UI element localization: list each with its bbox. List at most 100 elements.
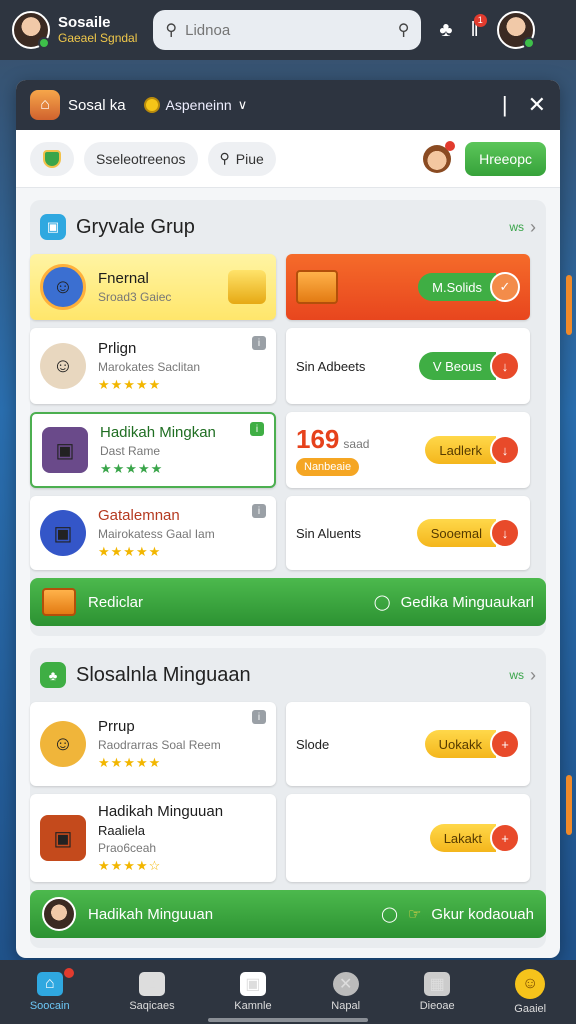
- info-icon[interactable]: i: [252, 504, 266, 518]
- item-name: Prlign: [98, 339, 137, 357]
- nav-store[interactable]: ⌂ Saqicaes: [129, 972, 175, 1012]
- nav-profile[interactable]: ☺ Gaaiel: [514, 969, 546, 1015]
- featured-card[interactable]: ☺ Fnernal Sroad3 Gaiec: [30, 254, 276, 320]
- search-submit-icon[interactable]: ⚲: [398, 20, 410, 40]
- list-item-selected[interactable]: ▣ Hadikah Mingkan Dast Rame ★★★★★ i: [30, 412, 276, 488]
- list-item[interactable]: ☺ Prlign Marokates Saclitan ★★★★★ i: [30, 328, 276, 404]
- section-title: Slosalnla Minguaan: [76, 663, 251, 686]
- nav-badge: [63, 968, 74, 978]
- section-group: ♣ Slosalnla Minguaan ws › ☺ Prrup Raodrar…: [30, 648, 546, 948]
- scroll-indicator[interactable]: [566, 275, 572, 335]
- close-icon[interactable]: ✕: [528, 92, 546, 118]
- item-right-label: Sin Aluents: [296, 525, 362, 541]
- refresh-icon[interactable]: ◯: [374, 593, 391, 611]
- primary-action-button[interactable]: Hreeopc: [465, 141, 546, 176]
- section-footer-bar[interactable]: Rediclar ◯ Gedika Minguaukarl: [30, 578, 546, 626]
- item-name-line2: Raaliela: [98, 822, 145, 838]
- featured-sub: Sroad3 Gaiec: [98, 290, 172, 304]
- shield-icon: [43, 149, 61, 168]
- item-right-label: Sin Adbeets: [296, 358, 366, 374]
- item-count-unit: saad: [343, 437, 370, 451]
- divider-icon: |: [501, 92, 508, 117]
- nav-controller[interactable]: ▦ Dieoae: [420, 972, 455, 1012]
- more-label: ws: [509, 668, 524, 682]
- close-circle-icon: ✕: [332, 972, 359, 996]
- nav-puzzle[interactable]: ▣ Kamnle: [234, 972, 272, 1012]
- avatar-badge: [445, 140, 456, 151]
- featured-action-button[interactable]: M.Solids: [418, 273, 496, 301]
- list-item[interactable]: ☺ Prrup Raodrarras Soal Reem ★★★★★ i: [30, 702, 276, 786]
- item-sub: Marokates Saclitan: [98, 359, 201, 374]
- section-header: ♣ Slosalnla Minguaan ws ›: [30, 648, 546, 702]
- download-icon[interactable]: ↓: [490, 518, 520, 548]
- nav-home[interactable]: ⌂ Soocain: [29, 968, 74, 1012]
- featured-action-card[interactable]: M.Solids ✓: [286, 254, 530, 320]
- add-icon[interactable]: +: [490, 823, 520, 853]
- item-action-button[interactable]: Sooemal: [416, 519, 496, 547]
- check-icon[interactable]: ✓: [490, 272, 520, 302]
- bar-right-label: Gedika Minguaukarl: [400, 593, 534, 611]
- section-more-link[interactable]: ws ›: [509, 665, 536, 686]
- panel-title: Sosal ka: [68, 96, 126, 114]
- store-icon: ⌂: [138, 972, 165, 996]
- refresh-icon[interactable]: ◯: [381, 905, 398, 923]
- hand-icon: ☞: [407, 906, 422, 923]
- item-action-button[interactable]: V Beous: [418, 352, 496, 380]
- item-name: Hadikah Minguuan: [98, 802, 224, 820]
- filter-pill[interactable]: Sseleotreenos: [84, 141, 198, 176]
- nav-label: Soocain: [29, 1000, 70, 1012]
- search-pill[interactable]: ⚲ Piue: [207, 141, 276, 176]
- user-avatar[interactable]: [496, 11, 535, 49]
- scroll-indicator[interactable]: [566, 775, 572, 835]
- featured-name: Fnernal: [98, 270, 149, 287]
- nav-label: Dieoae: [419, 1000, 455, 1012]
- panel-toolbar: Sseleotreenos ⚲ Piue Hreeopc: [16, 130, 560, 188]
- item-action-button[interactable]: Lakakt: [429, 824, 496, 852]
- more-label: ws: [509, 220, 524, 234]
- download-icon[interactable]: ↓: [490, 351, 520, 381]
- chevron-down-icon[interactable]: ∨: [238, 97, 248, 113]
- item-action-card: 169 saad Nanbeaie Ladlerk ↓: [286, 412, 530, 488]
- search-input[interactable]: [185, 21, 390, 39]
- notifications-icon[interactable]: ‖ 1: [471, 13, 487, 42]
- info-icon[interactable]: i: [252, 710, 266, 724]
- search-bar[interactable]: ⚲ ⚲: [153, 10, 422, 50]
- shield-button[interactable]: [30, 141, 74, 176]
- nav-label: Gaaiel: [514, 1003, 547, 1015]
- item-tag: Nanbeaie: [296, 458, 360, 476]
- list-item[interactable]: ▣ Hadikah Minguuan Raaliela Prao6ceah ★★…: [30, 794, 276, 882]
- character-icon: ☺: [40, 721, 86, 767]
- puzzle-icon[interactable]: ♣: [439, 19, 452, 42]
- item-action-button[interactable]: Uokakk: [424, 730, 496, 758]
- house-icon: ⌂: [30, 90, 60, 120]
- top-bar: Sosaile Gaeael Sgndal ⚲ ⚲ ♣ ‖1: [0, 0, 576, 60]
- add-icon[interactable]: +: [490, 729, 520, 759]
- gold-icon: [228, 270, 266, 304]
- bar-left-label: Hadikah Minguuan: [88, 905, 214, 923]
- bag-icon: ▣: [40, 214, 66, 240]
- account-selector[interactable]: Aspeneinn: [166, 97, 232, 113]
- download-icon[interactable]: ↓: [490, 435, 520, 465]
- section-footer-bar[interactable]: Hadikah Minguuan ◯ ☞ Gkur kodaouah: [30, 890, 546, 938]
- item-action-card: Slode Uokakk +: [286, 702, 530, 786]
- item-action-card: Sin Adbeets V Beous ↓: [286, 328, 530, 404]
- character-avatar[interactable]: [423, 140, 456, 173]
- chest-icon: ▣: [40, 815, 86, 861]
- app-name: Sosaile: [58, 14, 111, 32]
- section-header: ▣ Gryvale Grup ws ›: [30, 200, 546, 254]
- section-more-link[interactable]: ws ›: [509, 217, 536, 238]
- chest-icon: ▣: [42, 427, 88, 473]
- info-icon[interactable]: i: [252, 336, 266, 350]
- nav-close[interactable]: ✕ Napal: [331, 972, 360, 1012]
- star-rating: ★★★★★: [100, 460, 164, 476]
- controller-icon: ▦: [424, 972, 451, 996]
- nav-label: Napal: [331, 1000, 361, 1012]
- item-action-button[interactable]: Ladlerk: [425, 436, 496, 464]
- main-panel: ⌂ Sosal ka Aspeneinn ∨ | ✕ Sseleotreenos…: [16, 80, 560, 958]
- list-item[interactable]: ▣ Gatalemnan Mairokatess Gaal Iam ★★★★★ …: [30, 496, 276, 570]
- item-name: Prrup: [98, 717, 135, 735]
- character-icon: ☺: [40, 264, 86, 310]
- profile-avatar[interactable]: [12, 11, 50, 49]
- online-status-dot: [38, 37, 50, 49]
- info-icon[interactable]: i: [250, 422, 264, 436]
